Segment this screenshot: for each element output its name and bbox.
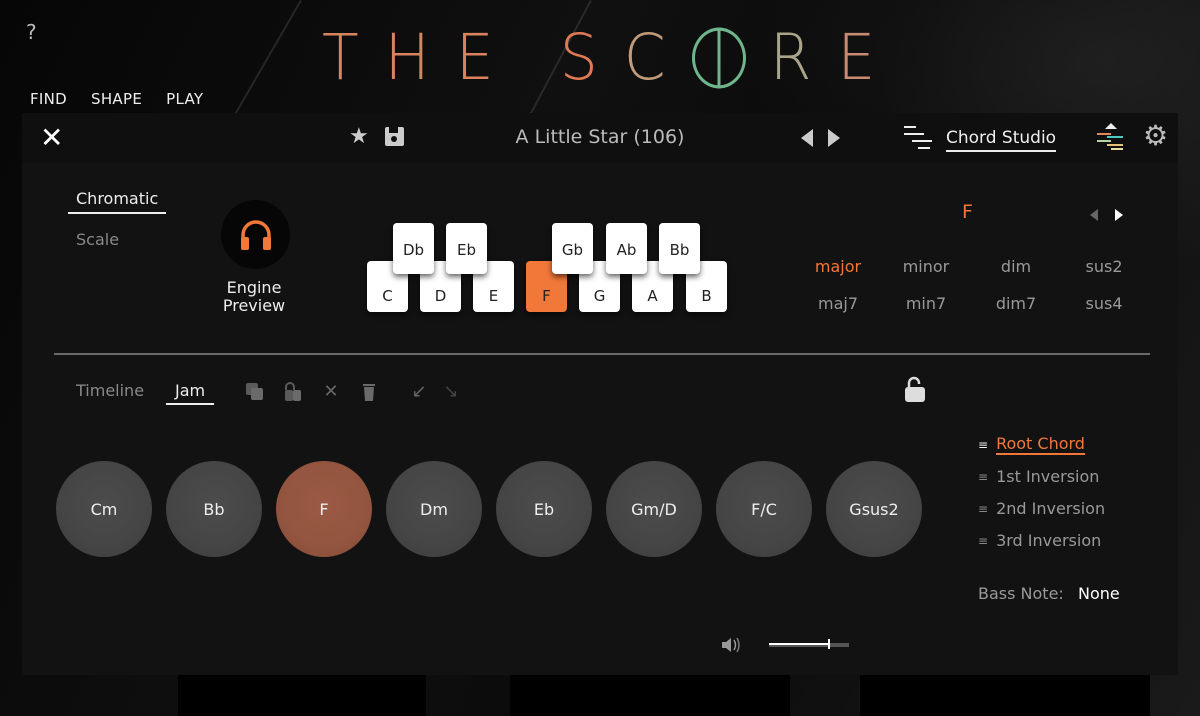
engine-preview-label: Engine Preview (204, 279, 304, 315)
quality-maj7[interactable]: maj7 (793, 294, 883, 313)
chord-pad-gsus2[interactable]: Gsus2 (826, 461, 922, 557)
headphones-icon (240, 219, 271, 250)
key-ab[interactable]: Ab (606, 223, 647, 274)
voicing-label: 1st Inversion (996, 467, 1100, 486)
quality-sus4[interactable]: sus4 (1059, 294, 1149, 313)
quality-min7[interactable]: min7 (881, 294, 971, 313)
paste-icon[interactable] (283, 382, 303, 402)
logo-letter: E (837, 21, 902, 95)
copy-icon[interactable] (245, 382, 265, 402)
logo-o-glyph (691, 27, 746, 89)
volume-fill (769, 643, 829, 645)
next-preset-icon[interactable] (828, 129, 840, 147)
layers-icon[interactable] (1097, 123, 1125, 151)
mode-scale-tab[interactable]: Scale (76, 230, 119, 249)
chord-pad-f[interactable]: F (276, 461, 372, 557)
drag-handle-icon[interactable]: ≡ (978, 438, 988, 452)
drag-handle-icon[interactable]: ≡ (978, 470, 988, 484)
delete-icon[interactable]: ✕ (321, 382, 341, 402)
chord-studio-panel: ✕ ★ A Little Star (106) Chord Studio ⚙ C… (22, 113, 1178, 675)
mode-chromatic-tab[interactable]: Chromatic (68, 189, 167, 214)
engine-preview-line1: Engine (226, 278, 282, 297)
logo-letter: R (769, 21, 838, 95)
chord-pad-gm-d[interactable]: Gm/D (606, 461, 702, 557)
panel-header: ✕ ★ A Little Star (106) Chord Studio ⚙ (22, 113, 1178, 163)
unlock-icon[interactable] (904, 376, 926, 403)
section-divider (54, 353, 1150, 355)
tab-jam[interactable]: Jam (166, 381, 215, 405)
voicing-3rd-inversion[interactable]: ≡ 3rd Inversion (978, 531, 1101, 550)
drag-handle-icon[interactable]: ≡ (978, 534, 988, 548)
chord-root-display: F (962, 201, 973, 223)
engine-preview-button[interactable] (221, 200, 290, 269)
voicing-root-chord[interactable]: ≡ Root Chord (978, 434, 1085, 455)
chord-pad-eb[interactable]: Eb (496, 461, 592, 557)
tab-timeline[interactable]: Timeline (76, 381, 144, 400)
quality-sus2[interactable]: sus2 (1059, 257, 1149, 276)
volume-thumb[interactable] (828, 639, 830, 649)
preset-name[interactable]: A Little Star (106) (516, 126, 685, 148)
nav-shape[interactable]: SHAPE (91, 90, 142, 108)
key-eb[interactable]: Eb (446, 223, 487, 274)
voicing-label: 3rd Inversion (996, 531, 1102, 550)
chord-pad-f-c[interactable]: F/C (716, 461, 812, 557)
quality-minor[interactable]: minor (881, 257, 971, 276)
logo: THE S C R E (322, 21, 902, 95)
voicing-1st-inversion[interactable]: ≡ 1st Inversion (978, 467, 1099, 486)
key-bb[interactable]: Bb (659, 223, 700, 274)
background-piano-key (860, 674, 1150, 716)
voicing-label: Root Chord (996, 434, 1085, 455)
key-gb[interactable]: Gb (552, 223, 593, 274)
engine-preview-line2: Preview (222, 296, 286, 315)
prev-root-icon[interactable] (1090, 209, 1098, 221)
voicing-2nd-inversion[interactable]: ≡ 2nd Inversion (978, 499, 1105, 518)
background-piano-key (178, 674, 426, 716)
top-nav: FIND SHAPE PLAY (30, 90, 227, 108)
menu-lines-icon[interactable] (904, 126, 932, 150)
undo-icon[interactable]: ↙ (409, 382, 429, 402)
trash-icon[interactable] (359, 382, 379, 402)
studio-selector[interactable]: Chord Studio (946, 128, 1057, 152)
gear-icon[interactable]: ⚙ (1143, 121, 1168, 151)
nav-find[interactable]: FIND (30, 90, 67, 108)
background-piano-key (510, 674, 790, 716)
chord-pad-cm[interactable]: Cm (56, 461, 152, 557)
logo-text-left: THE (322, 21, 520, 95)
voicing-label: 2nd Inversion (996, 499, 1106, 518)
quality-dim7[interactable]: dim7 (971, 294, 1061, 313)
redo-icon[interactable]: ↘ (441, 382, 461, 402)
quality-dim[interactable]: dim (971, 257, 1061, 276)
logo-letter: C (623, 21, 692, 95)
next-root-icon[interactable] (1115, 209, 1123, 221)
help-button[interactable]: ? (26, 20, 37, 44)
key-db[interactable]: Db (393, 223, 434, 274)
nav-play[interactable]: PLAY (166, 90, 203, 108)
quality-major[interactable]: major (793, 257, 883, 276)
speaker-icon[interactable] (721, 635, 743, 655)
drag-handle-icon[interactable]: ≡ (978, 502, 988, 516)
volume-slider[interactable] (769, 639, 849, 649)
chord-pad-dm[interactable]: Dm (386, 461, 482, 557)
chord-pad-bb[interactable]: Bb (166, 461, 262, 557)
bass-note-value[interactable]: None (1078, 584, 1120, 603)
logo-letter: S (559, 21, 624, 95)
bass-note-label: Bass Note: (978, 584, 1064, 603)
prev-preset-icon[interactable] (801, 129, 813, 147)
